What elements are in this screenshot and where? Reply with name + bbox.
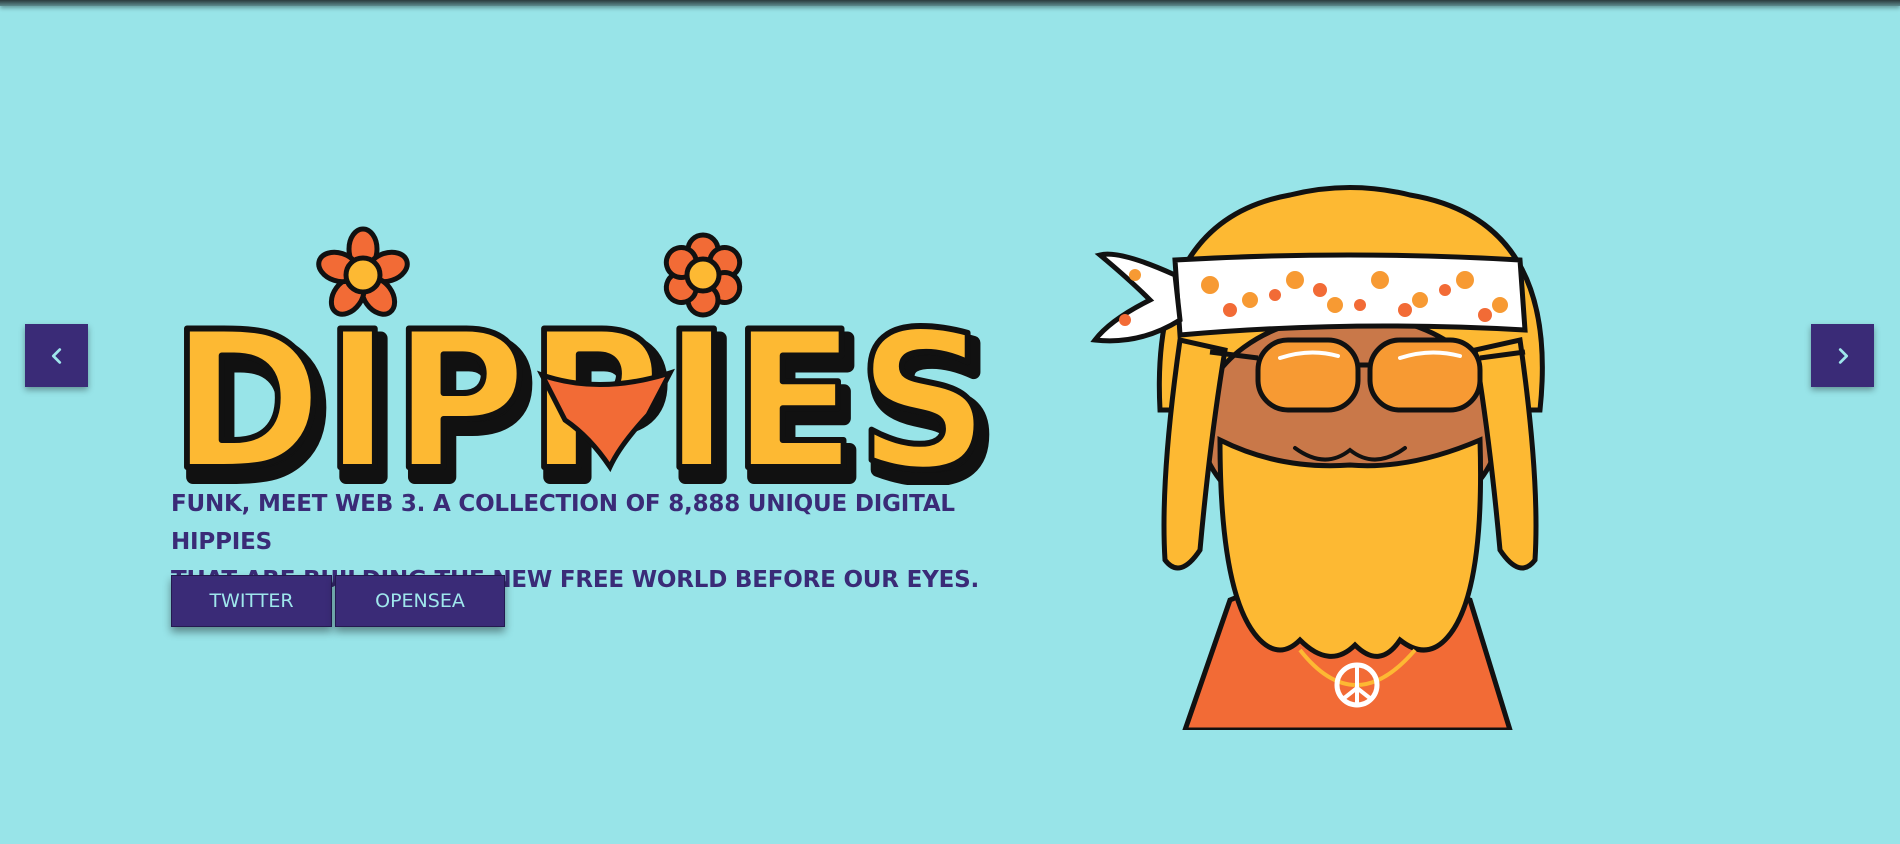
carousel-next-button[interactable] [1811, 324, 1874, 387]
top-shadow-bar [0, 0, 1900, 6]
twitter-button[interactable]: TWITTER [171, 575, 332, 627]
carousel-prev-button[interactable] [25, 324, 88, 387]
dippies-logo: DIPPIES DIPPIES [170, 226, 1003, 485]
tagline-line-1: FUNK, MEET WEB 3. A COLLECTION OF 8,888 … [171, 491, 955, 555]
chevron-right-icon [1838, 347, 1848, 364]
opensea-button[interactable]: OPENSEA [335, 575, 505, 627]
hippie-character-image [1090, 185, 1545, 730]
chevron-left-icon [51, 347, 61, 364]
social-buttons: TWITTER OPENSEA [171, 575, 505, 627]
